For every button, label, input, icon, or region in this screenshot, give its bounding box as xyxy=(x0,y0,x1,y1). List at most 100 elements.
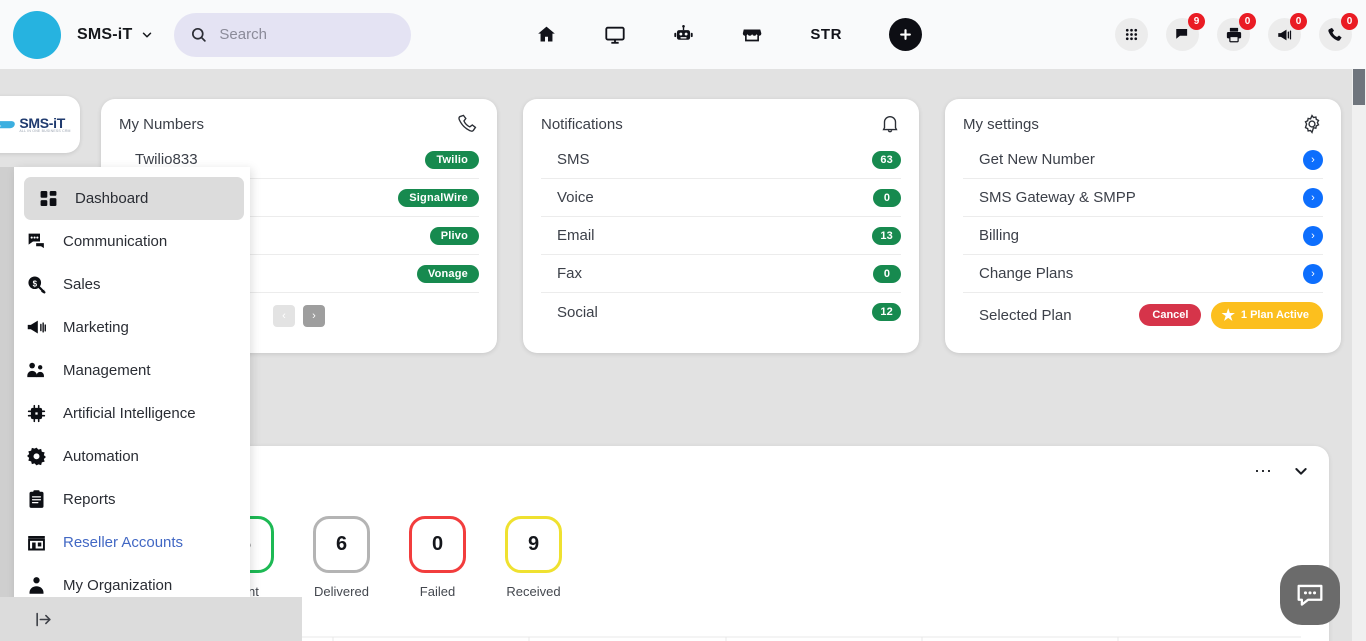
stat-received[interactable]: 9 Received xyxy=(505,516,562,599)
chevron-down-icon[interactable] xyxy=(1293,463,1309,479)
marketing-icon xyxy=(24,317,49,338)
sidebar-item-label: Marketing xyxy=(63,319,129,336)
my-settings-title: My settings xyxy=(963,115,1039,133)
dashboard-icon xyxy=(36,189,61,208)
sidebar-item-label: Automation xyxy=(63,448,139,465)
settings-row[interactable]: Change Plans › xyxy=(963,255,1323,293)
sidebar-item-automation[interactable]: Automation xyxy=(14,435,250,478)
notification-row[interactable]: Social 12 xyxy=(541,293,901,331)
notification-label: Fax xyxy=(557,265,583,282)
settings-arrow-icon[interactable]: › xyxy=(1303,225,1323,246)
stat-label: Delivered xyxy=(314,584,369,599)
vertical-scrollbar[interactable] xyxy=(1352,69,1366,641)
notification-label: Social xyxy=(557,303,598,321)
automation-gear-icon xyxy=(24,446,49,467)
phone-icon[interactable]: 0 xyxy=(1319,13,1358,51)
management-icon xyxy=(24,360,49,381)
sidebar-item-marketing[interactable]: Marketing xyxy=(14,306,250,349)
reseller-store-icon xyxy=(24,532,49,553)
megaphone-badge: 0 xyxy=(1290,13,1307,30)
notification-row[interactable]: Voice 0 xyxy=(541,179,901,217)
selected-plan-label: Selected Plan xyxy=(979,306,1072,324)
notification-label: Voice xyxy=(557,189,594,206)
settings-row[interactable]: SMS Gateway & SMPP › xyxy=(963,179,1323,217)
settings-label: Change Plans xyxy=(979,265,1074,282)
panel-toolbar: ⋯ xyxy=(1254,462,1309,480)
organization-icon xyxy=(24,575,49,596)
settings-row[interactable]: Get New Number › xyxy=(963,141,1323,179)
vertical-scrollbar-thumb[interactable] xyxy=(1353,69,1365,105)
star-icon: ★ xyxy=(1221,306,1235,324)
svg-text:$: $ xyxy=(33,279,38,288)
megaphone-icon[interactable]: 0 xyxy=(1268,13,1307,51)
plan-active-label: 1 Plan Active xyxy=(1240,309,1309,321)
top-nav-icon-group: STR xyxy=(536,18,922,51)
sales-icon: $ xyxy=(24,274,49,295)
sidebar-item-artificial-intelligence[interactable]: Artificial Intelligence xyxy=(14,392,250,435)
notification-count: 13 xyxy=(872,226,901,245)
settings-arrow-icon[interactable]: › xyxy=(1303,187,1323,208)
chat-widget-button[interactable] xyxy=(1280,565,1340,625)
sidebar-item-reseller-accounts[interactable]: Reseller Accounts xyxy=(14,521,250,564)
sidebar-item-label: Management xyxy=(63,362,151,379)
stat-value: 6 xyxy=(313,516,370,573)
top-nav-actions: 9 0 0 0 xyxy=(1115,13,1358,51)
ai-chip-icon xyxy=(24,403,49,424)
settings-arrow-icon[interactable]: › xyxy=(1303,263,1323,284)
provider-badge: Twilio xyxy=(425,150,479,169)
sidebar-item-management[interactable]: Management xyxy=(14,349,250,392)
apps-grid-icon[interactable] xyxy=(1115,18,1148,51)
robot-icon[interactable] xyxy=(673,24,694,45)
my-numbers-header: My Numbers xyxy=(119,113,479,135)
sidebar-item-label: Dashboard xyxy=(75,190,149,207)
store-icon[interactable] xyxy=(741,24,763,46)
sidebar-logo-text: SMS-iT xyxy=(19,114,65,131)
expand-sidebar-icon[interactable] xyxy=(34,610,53,629)
sms-it-logo-icon xyxy=(0,118,16,132)
add-new-button[interactable] xyxy=(888,18,922,51)
my-numbers-title: My Numbers xyxy=(119,115,205,133)
search-placeholder: Search xyxy=(219,26,267,43)
printer-icon[interactable]: 0 xyxy=(1217,13,1256,51)
search-icon xyxy=(190,26,207,43)
plan-active-badge[interactable]: ★ 1 Plan Active xyxy=(1211,301,1323,329)
bell-icon xyxy=(879,113,901,135)
sidebar-footer xyxy=(0,597,302,641)
sidebar-item-dashboard[interactable]: Dashboard xyxy=(24,177,244,220)
notification-row[interactable]: Fax 0 xyxy=(541,255,901,293)
notifications-header: Notifications xyxy=(541,113,901,135)
sidebar-item-communication[interactable]: Communication xyxy=(14,220,250,263)
stat-failed[interactable]: 0 Failed xyxy=(409,516,466,599)
notifications-card: Notifications SMS 63 Voice 0 Email 13 Fa… xyxy=(523,99,919,353)
sidebar-item-reports[interactable]: Reports xyxy=(14,478,250,521)
pagination-next-button[interactable]: › xyxy=(303,305,325,327)
notification-count: 0 xyxy=(873,188,901,207)
monitor-icon[interactable] xyxy=(604,24,626,46)
brand-name: SMS-iT xyxy=(77,25,133,43)
sidebar-item-label: My Organization xyxy=(63,577,173,594)
settings-arrow-icon[interactable]: › xyxy=(1303,149,1323,170)
notification-row[interactable]: SMS 63 xyxy=(541,141,901,179)
notification-row[interactable]: Email 13 xyxy=(541,217,901,255)
phone-outline-icon xyxy=(457,113,479,135)
settings-row[interactable]: Billing › xyxy=(963,217,1323,255)
brand-avatar[interactable] xyxy=(13,10,61,59)
sidebar-item-label: Communication xyxy=(63,233,168,250)
cancel-plan-button[interactable]: Cancel xyxy=(1139,304,1202,326)
settings-label: Get New Number xyxy=(979,151,1095,168)
more-options-icon[interactable]: ⋯ xyxy=(1254,462,1273,480)
str-label[interactable]: STR xyxy=(810,26,842,43)
main-sidebar: Dashboard Communication $ Sales Marketin… xyxy=(14,167,250,608)
reports-clipboard-icon xyxy=(24,489,49,510)
brand-dropdown-caret-icon[interactable] xyxy=(140,28,154,42)
notification-count: 12 xyxy=(872,303,901,321)
chat-icon[interactable]: 9 xyxy=(1166,13,1205,51)
pagination-prev-button[interactable]: ‹ xyxy=(273,305,295,327)
stat-delivered[interactable]: 6 Delivered xyxy=(313,516,370,599)
sidebar-item-sales[interactable]: $ Sales xyxy=(14,263,250,306)
sidebar-logo-card[interactable]: SMS-iT ALL IN ONE BUSINESS CRM xyxy=(0,96,80,153)
communication-icon xyxy=(24,231,49,252)
gear-icon[interactable] xyxy=(1301,113,1323,135)
home-icon[interactable] xyxy=(536,24,557,45)
search-input[interactable]: Search xyxy=(174,12,412,57)
